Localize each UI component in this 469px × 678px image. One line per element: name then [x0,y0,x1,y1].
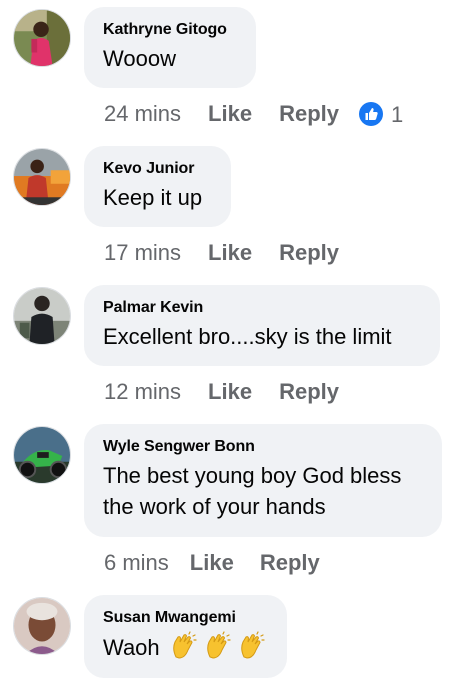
clapping-hands-icon [203,631,233,661]
like-button[interactable]: Like [208,378,252,406]
comment-text-line: The best young boy God bless [103,463,402,488]
like-button[interactable]: Like [190,549,234,577]
comment-bubble: Palmar Kevin Excellent bro....sky is the… [84,285,440,366]
comment-text: The best young boy God bless the work of… [103,460,422,522]
comment-text: Waoh [103,631,267,663]
profile-photo-girl-red-dress [14,10,70,66]
profile-photo-man-dark-outdoor [14,288,70,344]
reply-button[interactable]: Reply [279,239,339,267]
like-button[interactable]: Like [208,100,252,128]
reaction-count: 1 [391,101,404,127]
avatar[interactable] [13,287,71,345]
comment-author[interactable]: Susan Mwangemi [103,608,267,628]
avatar[interactable] [13,597,71,655]
comment-author[interactable]: Kathryne Gitogo [103,20,236,40]
avatar[interactable] [13,148,71,206]
comment-actions: 24 mins Like Reply 1 [104,99,403,129]
comment-actions: 6 mins Like Reply [104,548,320,577]
comment-author[interactable]: Palmar Kevin [103,298,420,318]
comment-bubble: Kevo Junior Keep it up [84,146,231,227]
like-reaction-icon [359,101,383,126]
comment-text-line: the work of your hands [103,494,326,519]
comment-time[interactable]: 6 mins [104,549,169,577]
avatar[interactable] [13,9,71,67]
profile-photo-man-orange-car [14,149,70,205]
like-button[interactable]: Like [208,239,252,267]
reply-button[interactable]: Reply [260,549,320,577]
comment-text: Wooow [103,46,176,71]
profile-photo-woman-portrait [14,598,70,654]
comment-actions: 12 mins Like Reply [104,377,339,406]
comment-bubble: Wyle Sengwer Bonn The best young boy God… [84,424,442,537]
comment-text-value: Waoh [103,635,160,660]
reply-button[interactable]: Reply [279,100,339,128]
comment-author[interactable]: Kevo Junior [103,159,211,179]
comment-author[interactable]: Wyle Sengwer Bonn [103,437,422,457]
reply-button[interactable]: Reply [279,378,339,406]
comment-bubble: Susan Mwangemi Waoh [84,595,287,678]
clapping-hands-icon [237,631,267,661]
avatar[interactable] [13,426,71,484]
clapping-hands-icon [169,631,199,661]
comment-text: Excellent bro....sky is the limit [103,324,392,349]
comment-actions: 17 mins Like Reply [104,238,339,267]
comment-time[interactable]: 12 mins [104,378,181,406]
comment-time[interactable]: 24 mins [104,100,181,128]
profile-photo-green-motorcycle [14,427,70,483]
reaction-summary[interactable]: 1 [359,100,403,129]
comment-time[interactable]: 17 mins [104,239,181,267]
comment-bubble: Kathryne Gitogo Wooow [84,7,256,88]
comment-text: Keep it up [103,185,203,210]
